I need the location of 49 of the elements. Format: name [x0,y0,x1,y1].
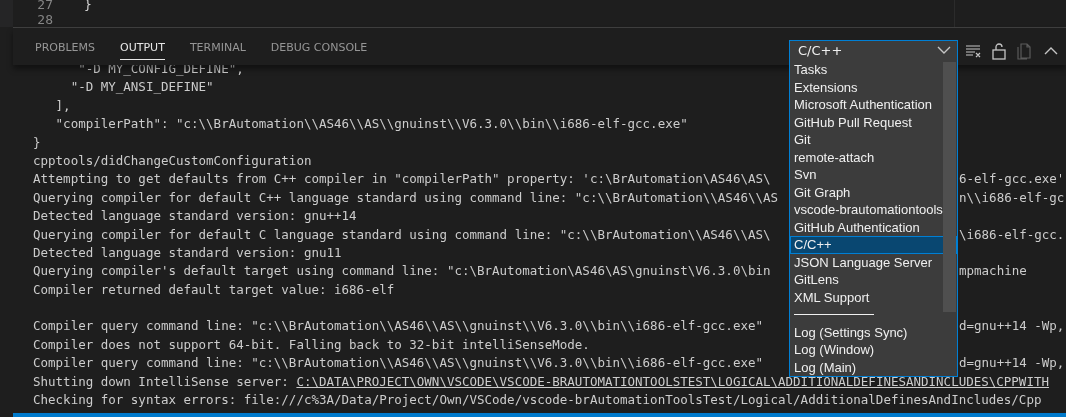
dropdown-option[interactable]: Svn [790,166,943,184]
dropdown-option[interactable]: Git Graph [790,183,943,201]
dropdown-option[interactable]: Extensions [790,78,943,96]
output-line: Compiler query command line: "c:\\BrAutomation\\AS46\\AS\\gnuinst\\V6.3.0\\bin\\i686-elf-gcc.exe" [33,317,763,336]
dropdown-option[interactable]: GitHub Authentication [790,218,943,236]
output-line: d=gnu++14 -Wp, [959,354,1065,373]
output-line: Compiler does not support 64-bit. Falling back to 32-bit intelliSenseMode. [33,335,590,354]
dropdown-option[interactable]: vscode-brautomationtools [790,201,943,219]
chevron-down-icon [937,46,951,55]
dropdown-option[interactable]: Git [790,131,943,149]
dropdown-option[interactable]: Log (Window) [790,341,943,359]
output-line: Detected language standard version: gnu11 [33,243,342,262]
panel-tab[interactable]: PROBLEMS [35,33,96,60]
dropdown-option[interactable]: GitLens [790,271,943,289]
output-line: "compilerPath": "c:\\BrAutomation\\AS46\\AS\\gnuinst\\V6.3.0\\bin\\i686-elf-gcc.exe" [54,115,688,134]
output-line: Shutting down IntelliSense server: [33,372,290,391]
output-line: Compiler query command line: "c:\\BrAutomation\\AS46\\AS\\gnuinst\\V6.3.0\\bin\\i686-elf-gcc.exe" [33,354,763,373]
dropdown-option[interactable]: Microsoft Authentication [790,96,943,114]
output-line: ], [54,96,71,115]
output-line: n\\i686-elf-gc [959,188,1065,207]
output-line: Detected language standard version: gnu++14 [33,207,357,226]
output-line: Checking for syntax errors: file:///c%3A/Data/Project/Own/VSCode/vscode-brAutomationToolsTest/Logical/AdditionalDefinesAndIncludes/Cpp [33,391,1042,410]
line-number: 28 [36,12,53,27]
dropdown-option[interactable]: C/C++ [790,236,957,254]
dropdown-option[interactable]: remote-attach [790,148,943,166]
output-line: } [33,133,41,152]
dropdown-option[interactable]: GitHub Pull Request [790,113,943,131]
output-line: \i686-elf-gcc. [959,225,1065,244]
panel-tab[interactable]: TERMINAL [189,33,246,60]
dropdown-option[interactable]: Log (Main) [790,358,943,376]
panel-tab[interactable]: OUTPUT [120,33,165,60]
output-line: 6-elf-gcc.exe' [959,170,1065,189]
panel-tab[interactable]: DEBUG CONSOLE [270,33,368,60]
dropdown-option[interactable]: XML Support [790,288,943,306]
output-line: d=gnu++14 -Wp, [959,317,1065,336]
dropdown-option[interactable]: Tasks [790,61,943,79]
code-line: } [84,0,92,12]
output-line: Attempting to get defaults from C++ compiler in "compilerPath" property: 'c:\BrAutomation\AS46\AS\ [33,170,771,189]
output-line: Querying compiler for default C language standard using command line: "c:\\BrAutomation\\AS46\\AS\ [33,225,771,244]
output-line: cpptools/didChangeCustomConfiguration [33,151,312,170]
output-line: mpmachine [959,262,1027,281]
output-line: "-D MY_ANSI_DEFINE" [69,78,214,97]
output-channel-dropdown[interactable]: C/C++ [789,40,958,61]
output-line: Compiler returned default target value: i686-elf [33,280,395,299]
line-number: 27 [36,0,53,12]
dropdown-option[interactable]: Log (Settings Sync) [790,323,943,341]
output-line: Querying compiler's default target using command line: "c:\BrAutomation\AS46\AS\gnuinst\V6.3.0\bin [33,262,771,281]
output-line: Querying compiler for default C++ language standard using command line: "c:\\BrAutomation\\AS46\\AS [33,188,779,207]
dropdown-option[interactable]: JSON Language Server [790,253,943,271]
